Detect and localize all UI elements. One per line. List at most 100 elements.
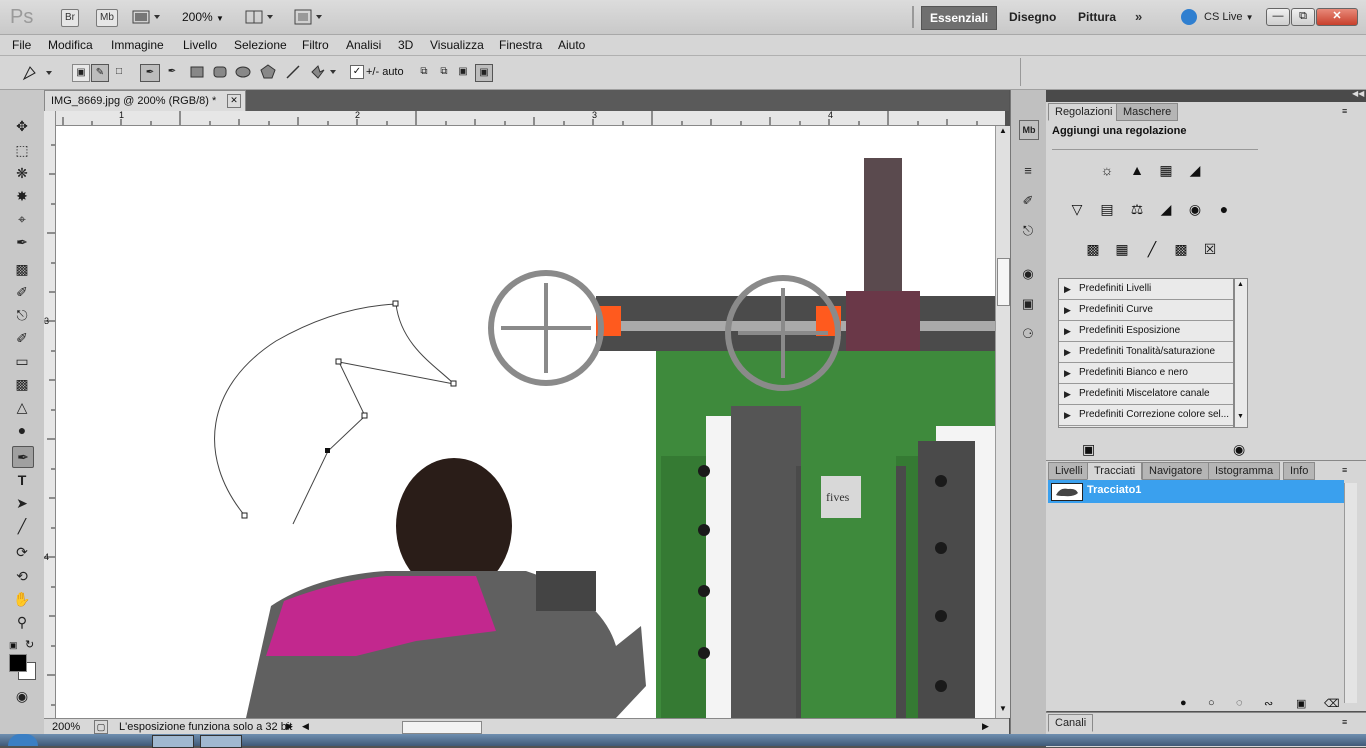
rectangle-button[interactable] — [189, 64, 205, 80]
new-path-icon[interactable]: ▣ — [1296, 697, 1306, 710]
view-extras-dropdown[interactable] — [132, 9, 162, 25]
scroll-up-icon[interactable]: ▲ — [1237, 281, 1244, 288]
bridge-button[interactable]: Br — [61, 9, 79, 27]
horizontal-scroll-thumb[interactable] — [402, 721, 482, 734]
intersect-paths-button[interactable]: ▣ — [455, 64, 471, 80]
path-row[interactable]: Tracciato1 — [1048, 480, 1344, 503]
workspace-essenziali[interactable]: Essenziali — [921, 6, 998, 30]
hand-tool-icon[interactable]: ✋ — [12, 589, 32, 609]
vibrance-icon[interactable]: ▽ — [1066, 198, 1088, 220]
black-white-icon[interactable]: ◢ — [1155, 198, 1177, 220]
document-canvas[interactable]: fives — [56, 126, 995, 718]
fill-pixels-button[interactable]: □ — [111, 64, 127, 80]
close-document-icon[interactable]: ✕ — [227, 94, 241, 108]
menu-3d[interactable]: 3D — [398, 38, 413, 52]
brush-presets-icon[interactable]: ≡ — [1019, 162, 1037, 180]
workspace-pittura[interactable]: Pittura — [1070, 6, 1124, 28]
animation-icon[interactable]: ▣ — [1019, 295, 1037, 313]
menu-immagine[interactable]: Immagine — [111, 38, 164, 52]
stroke-path-icon[interactable]: ○ — [1208, 697, 1215, 709]
presets-scrollbar[interactable]: ▲ ▼ — [1234, 278, 1248, 428]
cslive-menu[interactable]: CS Live ▼ — [1204, 11, 1254, 23]
panel-menu-icon[interactable]: ≡ — [1342, 717, 1347, 727]
measurement-icon[interactable]: ⚆ — [1019, 325, 1037, 343]
type-tool-icon[interactable]: T — [12, 470, 32, 490]
taskbar-item[interactable] — [152, 735, 194, 748]
brightness-contrast-icon[interactable]: ☼ — [1096, 159, 1118, 181]
levels-icon[interactable]: ▲ — [1126, 159, 1148, 181]
threshold-icon[interactable]: ╱ — [1141, 238, 1163, 260]
list-item[interactable]: ▶ Predefiniti Curve — [1059, 300, 1233, 321]
close-button[interactable]: ✕ — [1316, 8, 1358, 26]
line-tool-icon[interactable]: ╱ — [12, 516, 32, 536]
screen-mode-dropdown[interactable] — [294, 9, 324, 25]
load-as-selection-icon[interactable]: ◌ — [1236, 697, 1243, 709]
3d-rotate-tool-icon[interactable]: ⟳ — [12, 542, 32, 562]
list-item[interactable]: ▶ Predefiniti Esposizione — [1059, 321, 1233, 342]
tab-tracciati[interactable]: Tracciati — [1087, 462, 1143, 480]
dodge-tool-icon[interactable]: ● — [12, 420, 32, 440]
minimize-button[interactable]: — — [1266, 8, 1290, 26]
freeform-pen-button[interactable]: ✒ — [164, 64, 180, 80]
menu-file[interactable]: File — [12, 38, 31, 52]
vertical-scrollbar[interactable]: ▲ ▼ — [995, 126, 1010, 718]
brush-icon[interactable]: ✐ — [1019, 192, 1037, 210]
tab-canali[interactable]: Canali — [1048, 714, 1094, 732]
workspace-disegno[interactable]: Disegno — [1001, 6, 1064, 28]
3d-orbit-tool-icon[interactable]: ⟲ — [12, 566, 32, 586]
exclude-paths-button[interactable]: ▣ — [475, 64, 493, 82]
menu-selezione[interactable]: Selezione — [234, 38, 287, 52]
quick-selection-tool-icon[interactable]: ✸ — [12, 186, 32, 206]
rounded-rectangle-button[interactable] — [212, 64, 228, 80]
menu-visualizza[interactable]: Visualizza — [430, 38, 484, 52]
gradient-map-icon[interactable]: ▩ — [1170, 238, 1192, 260]
3d-panel-icon[interactable]: ◉ — [1019, 265, 1037, 283]
list-item[interactable]: ▶ Predefiniti Tonalità/saturazione — [1059, 342, 1233, 363]
scroll-down-icon[interactable]: ▼ — [1237, 413, 1244, 420]
default-colors-icon[interactable]: ▣ — [9, 640, 18, 651]
marquee-tool-icon[interactable]: ⬚ — [12, 140, 32, 160]
swap-colors-icon[interactable]: ↻ — [25, 638, 34, 651]
eraser-tool-icon[interactable]: ▭ — [12, 351, 32, 371]
paths-mode-button[interactable]: ✎ — [91, 64, 109, 82]
brush-tool-icon[interactable]: ✐ — [12, 282, 32, 302]
photo-filter-icon[interactable]: ◉ — [1184, 198, 1206, 220]
foreground-color-swatch[interactable] — [9, 654, 27, 672]
fill-path-icon[interactable]: ● — [1180, 697, 1187, 709]
history-brush-tool-icon[interactable]: ✐ — [12, 328, 32, 348]
trash-icon[interactable]: ⌫ — [1324, 697, 1340, 710]
menu-finestra[interactable]: Finestra — [499, 38, 542, 52]
paths-scrollbar[interactable] — [1344, 483, 1357, 703]
tab-livelli[interactable]: Livelli — [1048, 462, 1090, 480]
quick-mask-icon[interactable]: ◉ — [12, 686, 32, 706]
clone-source-icon[interactable]: ⎋ — [1019, 222, 1037, 240]
scroll-right-icon[interactable]: ▶ — [982, 721, 989, 732]
curves-icon[interactable]: ▦ — [1155, 159, 1177, 181]
custom-shape-button[interactable] — [310, 64, 340, 80]
lasso-tool-icon[interactable]: ❋ — [12, 163, 32, 183]
path-selection-tool-icon[interactable]: ➤ — [12, 493, 32, 513]
scroll-down-icon[interactable]: ▼ — [997, 704, 1009, 716]
tab-navigatore[interactable]: Navigatore — [1142, 462, 1210, 480]
menu-aiuto[interactable]: Aiuto — [558, 38, 585, 52]
tool-preset-picker[interactable] — [20, 64, 56, 82]
minibridge-icon[interactable]: Mb — [1019, 120, 1039, 140]
minibridge-button[interactable]: Mb — [96, 9, 118, 27]
pen-tool-icon[interactable]: ✒ — [12, 446, 34, 468]
panel-menu-icon[interactable]: ≡ — [1342, 106, 1347, 116]
auto-add-delete-checkbox[interactable]: ✓ — [350, 65, 364, 79]
panel-menu-icon[interactable]: ≡ — [1342, 465, 1347, 475]
scroll-left-icon[interactable]: ◀ — [302, 721, 309, 732]
scroll-thumb[interactable] — [997, 258, 1010, 306]
collapse-panel-icon[interactable]: ◀◀ — [1352, 89, 1364, 98]
status-menu-icon[interactable]: ▶ — [286, 721, 293, 732]
clone-stamp-tool-icon[interactable]: ⎋ — [12, 305, 32, 325]
gradient-tool-icon[interactable]: ▩ — [12, 374, 32, 394]
menu-livello[interactable]: Livello — [183, 38, 217, 52]
polygon-button[interactable] — [260, 64, 276, 80]
list-item[interactable]: ▶ Predefiniti Bianco e nero — [1059, 363, 1233, 384]
crop-tool-icon[interactable]: ⌖ — [12, 209, 32, 229]
subtract-paths-button[interactable]: ⧉ — [436, 64, 452, 80]
tab-maschere[interactable]: Maschere — [1116, 103, 1179, 121]
visibility-icon[interactable]: ◉ — [1233, 441, 1245, 458]
